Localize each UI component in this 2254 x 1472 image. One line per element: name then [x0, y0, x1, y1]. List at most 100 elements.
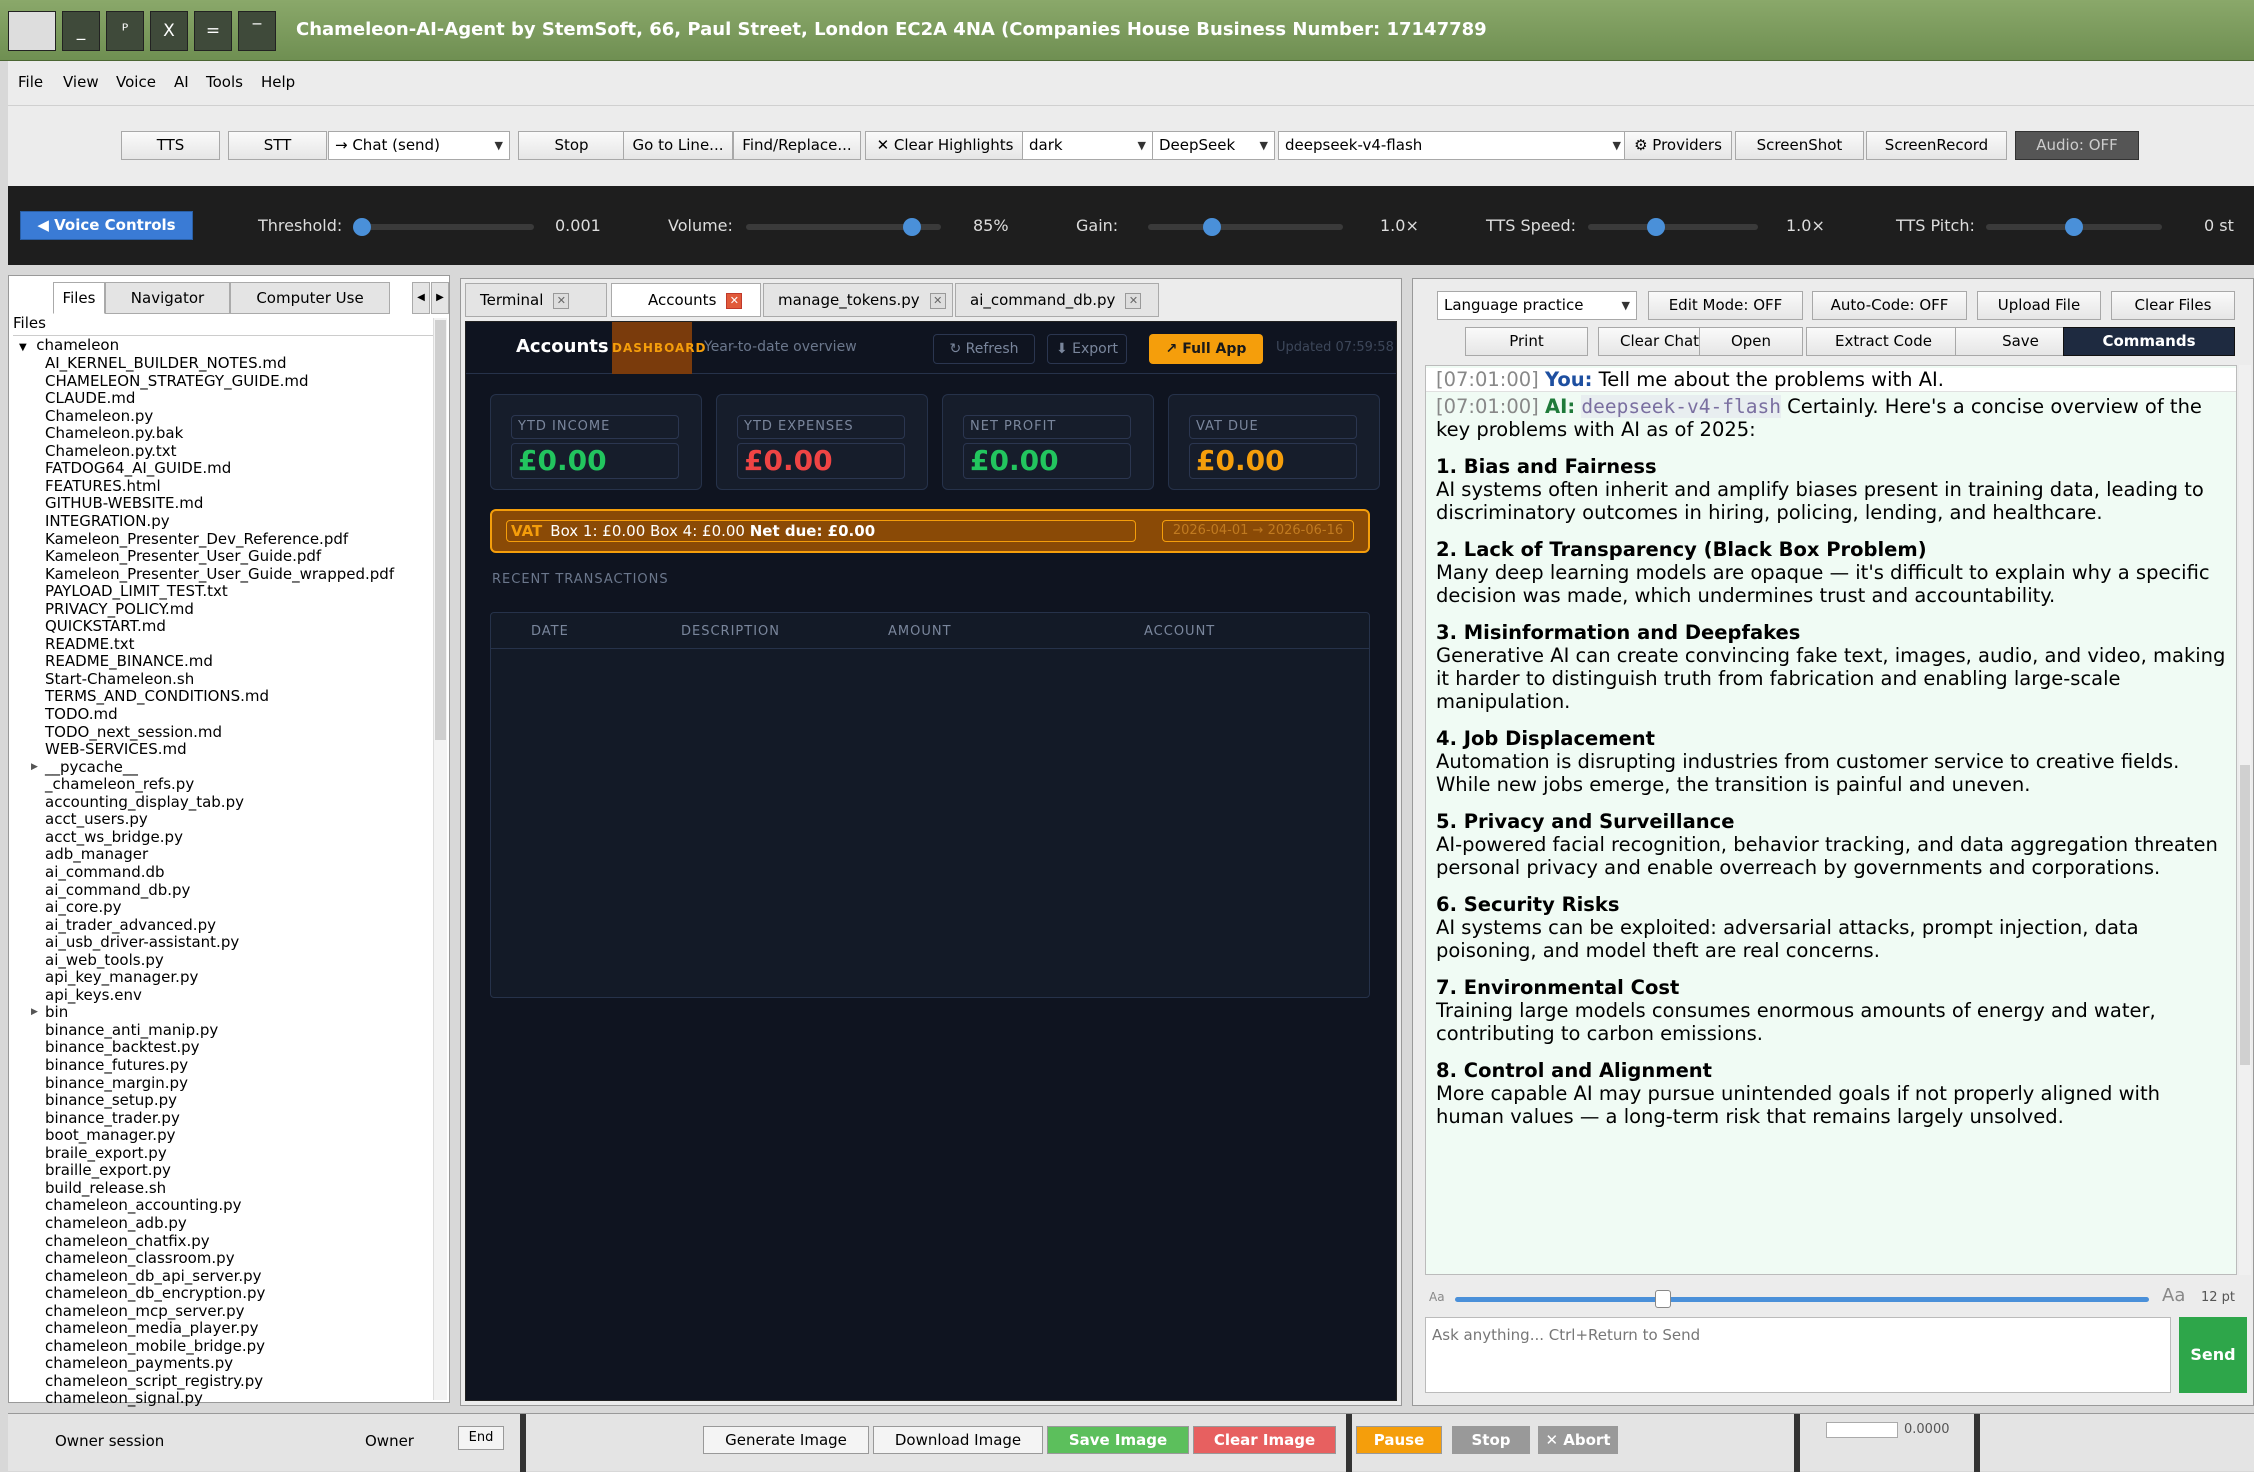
tab-navigator[interactable]: Navigator [105, 282, 230, 314]
tree-file[interactable]: chameleon_signal.py [45, 1390, 203, 1407]
generate-image-button[interactable]: Generate Image [703, 1426, 869, 1454]
tree-file[interactable]: ai_command.db [45, 863, 165, 881]
tree-file[interactable]: GITHUB-WEBSITE.md [45, 495, 203, 512]
menu-help[interactable]: Help [261, 73, 295, 91]
tree-file[interactable]: chameleon_classroom.py [45, 1250, 235, 1267]
tree-file[interactable]: TERMS_AND_CONDITIONS.md [45, 688, 269, 705]
tree-root[interactable]: ▼ chameleon [19, 336, 119, 354]
menu-ai[interactable]: AI [174, 73, 189, 91]
close-icon[interactable]: ✕ [553, 292, 570, 309]
menu-file[interactable]: File [18, 73, 43, 91]
tree-file[interactable]: Kameleon_Presenter_Dev_Reference.pdf [45, 530, 348, 548]
clear-highlights-button[interactable]: ✕ Clear Highlights [865, 131, 1025, 160]
theme-select[interactable]: dark ▼ [1022, 131, 1153, 160]
tree-folder[interactable]: ▶ __pycache__ [31, 758, 138, 776]
send-button[interactable]: Send [2179, 1317, 2247, 1393]
menu-tools[interactable]: Tools [206, 73, 243, 91]
tree-file[interactable]: ai_trader_advanced.py [45, 916, 216, 934]
tree-file[interactable]: chameleon_mobile_bridge.py [45, 1337, 265, 1355]
tree-file[interactable]: binance_trader.py [45, 1109, 180, 1127]
tree-file[interactable]: chameleon_db_encryption.py [45, 1285, 265, 1302]
tree-folder[interactable]: ▶ bin [31, 1004, 68, 1021]
tree-file[interactable]: build_release.sh [45, 1179, 166, 1197]
tree-file[interactable]: binance_margin.py [45, 1074, 188, 1092]
tts-speed-knob[interactable] [1647, 218, 1665, 236]
menu-voice[interactable]: Voice [116, 73, 156, 91]
tree-file[interactable]: api_key_manager.py [45, 969, 198, 986]
screenshot-button[interactable]: ScreenShot [1735, 131, 1864, 160]
tree-file[interactable]: Chameleon.py [45, 407, 153, 425]
tree-file[interactable]: api_keys.env [45, 986, 142, 1004]
tree-file[interactable]: braile_export.py [45, 1144, 167, 1162]
save-image-button[interactable]: Save Image [1047, 1426, 1189, 1454]
tts-speed-slider[interactable] [1588, 218, 1758, 236]
abort-button[interactable]: ✕ Abort [1538, 1426, 1618, 1454]
audio-toggle[interactable]: Audio: OFF [2015, 131, 2139, 160]
find-replace-button[interactable]: Find/Replace... [733, 131, 861, 160]
tab-scroll-left-icon[interactable]: ◀ [412, 282, 430, 314]
window-menu-icon[interactable] [8, 11, 56, 51]
tree-file[interactable]: QUICKSTART.md [45, 618, 166, 635]
upload-file-button[interactable]: Upload File [1977, 291, 2101, 320]
font-size-knob[interactable] [1655, 1290, 1672, 1308]
tree-file[interactable]: Chameleon.py.txt [45, 442, 177, 460]
export-button[interactable]: ⬇ Export [1047, 334, 1127, 364]
pin-button[interactable]: ᴾ [106, 11, 144, 51]
gain-knob[interactable] [1203, 218, 1222, 236]
open-button[interactable]: Open [1699, 327, 1803, 356]
voice-controls-button[interactable]: ◀ Voice Controls [20, 211, 193, 240]
tab-scroll-right-icon[interactable]: ▶ [431, 282, 449, 314]
pause-button[interactable]: Pause [1356, 1426, 1442, 1454]
tab-accounts[interactable]: Accounts ✕ [611, 283, 761, 317]
full-app-button[interactable]: ↗ Full App [1149, 334, 1263, 364]
tree-file[interactable]: AI_KERNEL_BUILDER_NOTES.md [45, 355, 287, 372]
tree-file[interactable]: acct_users.py [45, 811, 148, 828]
goto-line-button[interactable]: Go to Line... [623, 131, 733, 160]
tree-file[interactable]: adb_manager [45, 846, 148, 863]
tree-file[interactable]: FATDOG64_AI_GUIDE.md [45, 460, 231, 477]
shade-button[interactable]: ‾ [238, 11, 276, 51]
scrollbar-thumb[interactable] [435, 320, 446, 740]
screenrecord-button[interactable]: ScreenRecord [1866, 131, 2007, 160]
tree-file[interactable]: ai_web_tools.py [45, 951, 164, 969]
chat-scrollbar[interactable] [2239, 365, 2251, 1275]
tree-file[interactable]: FEATURES.html [45, 477, 161, 495]
stop-task-button[interactable]: Stop [1452, 1426, 1530, 1454]
tree-file[interactable]: Kameleon_Presenter_User_Guide_wrapped.pd… [45, 565, 394, 583]
tree-file[interactable]: TODO_next_session.md [45, 723, 222, 741]
tree-file[interactable]: chameleon_chatfix.py [45, 1232, 210, 1250]
volume-knob[interactable] [902, 218, 921, 236]
tree-file[interactable]: Kameleon_Presenter_User_Guide.pdf [45, 548, 321, 565]
tts-pitch-knob[interactable] [2065, 218, 2083, 236]
threshold-slider[interactable] [353, 218, 534, 236]
tree-file[interactable]: README_BINANCE.md [45, 653, 213, 670]
stt-button[interactable]: STT [228, 131, 327, 160]
tree-file[interactable]: chameleon_adb.py [45, 1214, 187, 1232]
minimize-button[interactable]: _ [62, 11, 100, 51]
menu-view[interactable]: View [63, 73, 99, 91]
tree-file[interactable]: boot_manager.py [45, 1127, 175, 1144]
download-image-button[interactable]: Download Image [873, 1426, 1043, 1454]
tree-file[interactable]: acct_ws_bridge.py [45, 828, 183, 846]
expand-arrow-icon[interactable]: ▶ [31, 759, 38, 776]
tree-file[interactable]: accounting_display_tab.py [45, 793, 244, 811]
close-icon[interactable]: ✕ [726, 292, 743, 309]
tree-file[interactable]: CHAMELEON_STRATEGY_GUIDE.md [45, 372, 309, 390]
auto-code-toggle[interactable]: Auto-Code: OFF [1812, 291, 1967, 320]
expand-arrow-icon[interactable]: ▼ [19, 342, 27, 353]
scrollbar-thumb[interactable] [2240, 765, 2250, 1065]
edit-mode-toggle[interactable]: Edit Mode: OFF [1648, 291, 1803, 320]
tree-file[interactable]: README.txt [45, 635, 135, 653]
provider-select[interactable]: DeepSeek ▼ [1152, 131, 1275, 160]
tree-file[interactable]: chameleon_db_api_server.py [45, 1267, 262, 1285]
gain-slider[interactable] [1148, 218, 1343, 236]
tree-file[interactable]: binance_futures.py [45, 1057, 188, 1074]
providers-button[interactable]: ⚙ Providers [1624, 131, 1732, 160]
expand-arrow-icon[interactable]: ▶ [31, 1004, 38, 1021]
tree-file[interactable]: PAYLOAD_LIMIT_TEST.txt [45, 583, 228, 600]
tree-file[interactable]: CLAUDE.md [45, 390, 135, 407]
tree-file[interactable]: PRIVACY_POLICY.md [45, 600, 194, 618]
tree-file[interactable]: Start-Chameleon.sh [45, 670, 194, 688]
tree-file[interactable]: chameleon_payments.py [45, 1355, 233, 1372]
clear-image-button[interactable]: Clear Image [1193, 1426, 1336, 1454]
